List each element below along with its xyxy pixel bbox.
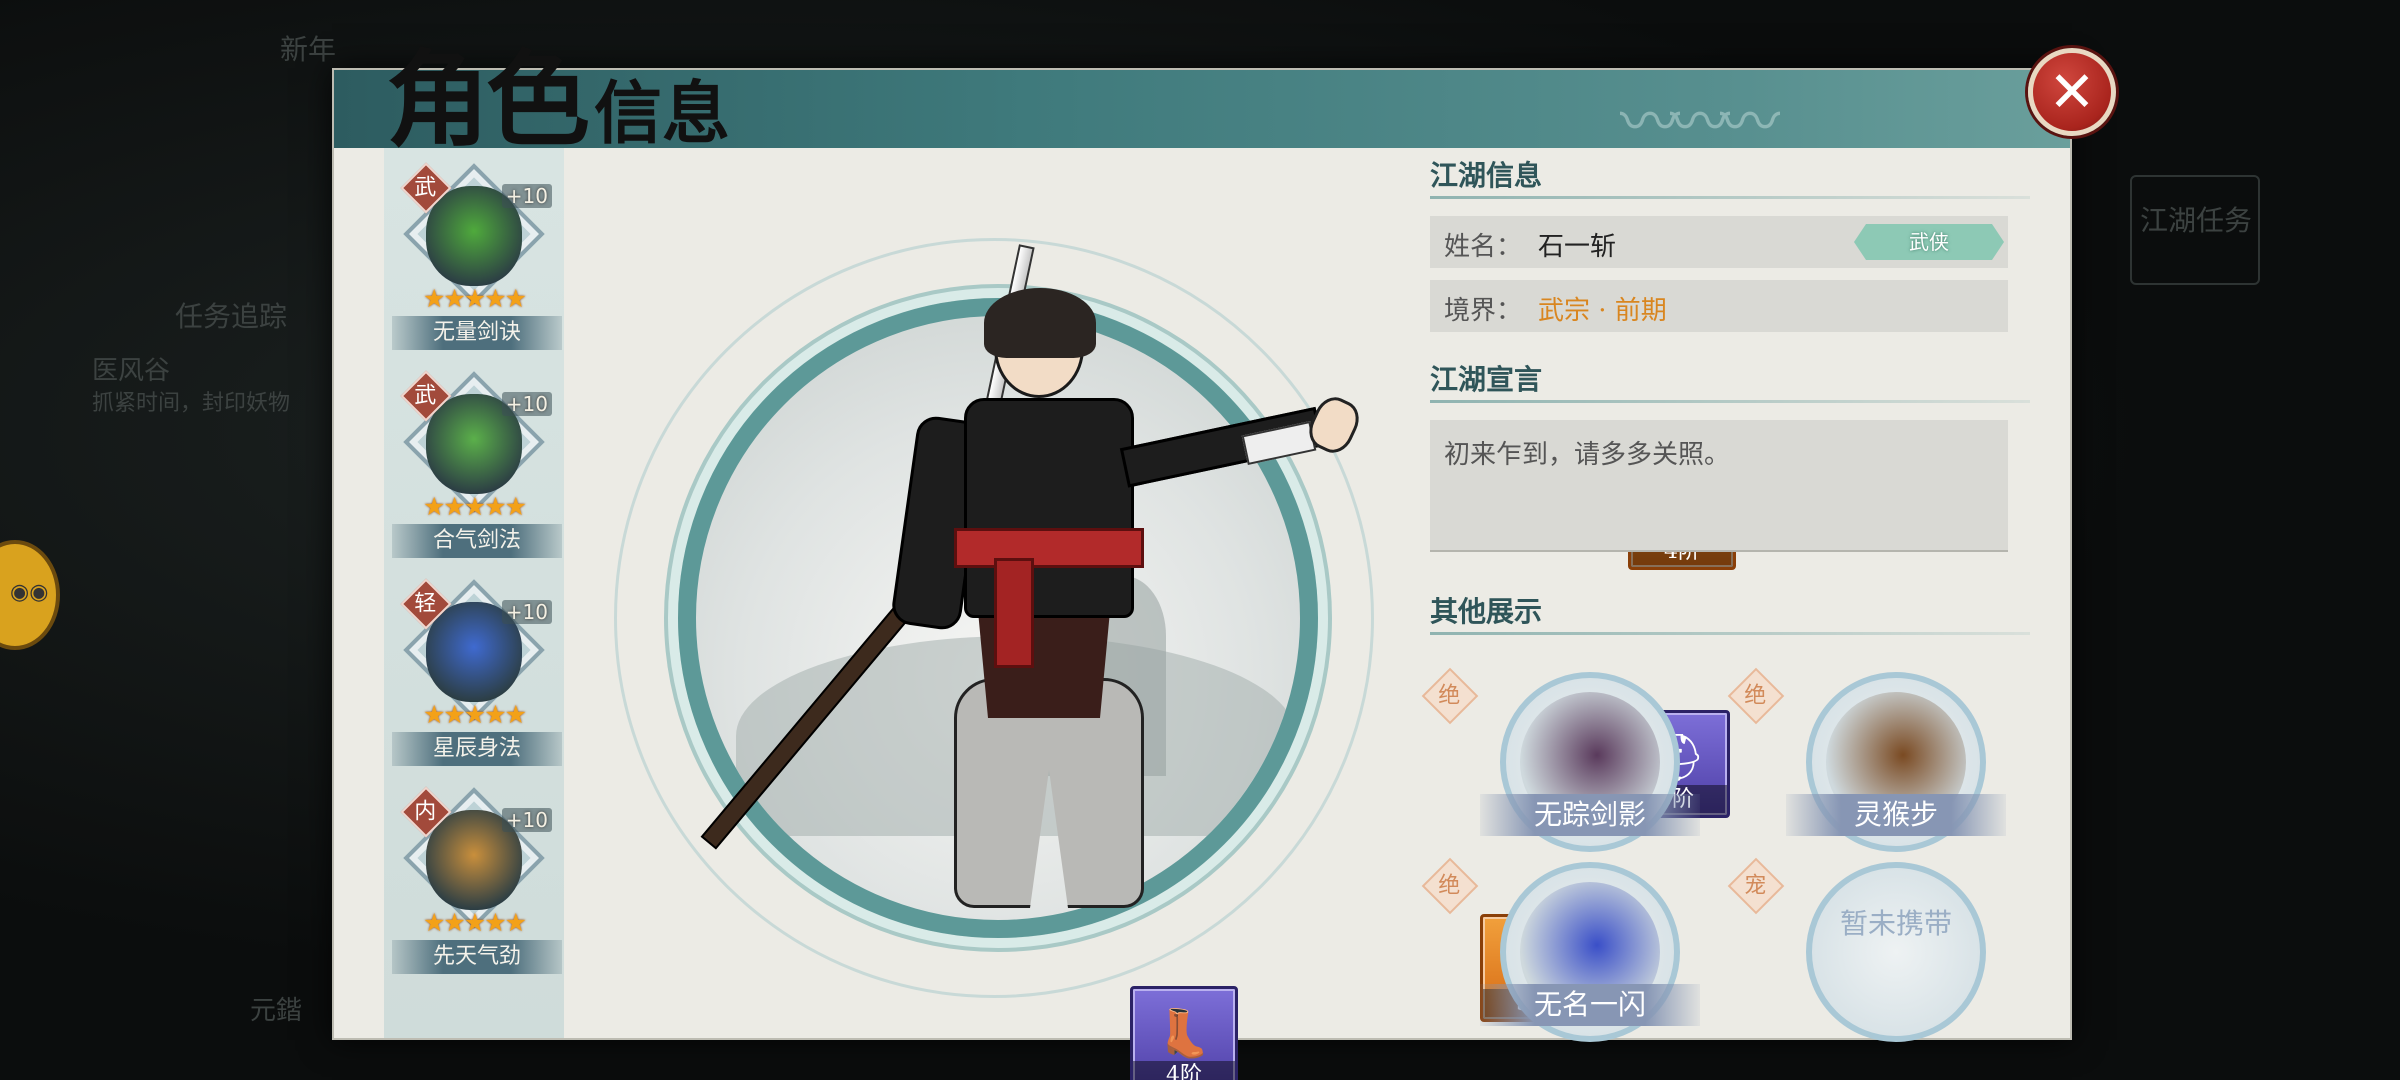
character-info-panel: 〰〰〰 角色 信息 武 +10 ★★★★★ 无量剑诀武 +10 ★★★★★ 合气剑法轻 +10… — [332, 48, 2116, 1080]
showcase-name: 无踪剑影 — [1480, 794, 1700, 836]
declaration-text: 初来乍到，请多多关照。 — [1444, 440, 1731, 470]
character-sash — [954, 528, 1144, 568]
name-row: 姓名： 石一斩 武侠 — [1430, 216, 2008, 268]
skill-level: +10 — [501, 600, 552, 624]
empty-label: 暂未携带 — [1839, 907, 1952, 940]
showcase-slot[interactable]: 绝无踪剑影 — [1421, 667, 1730, 852]
skill-slot[interactable]: 内 +10 ★★★★★ 先天气劲 — [386, 786, 562, 990]
bg-side-task-label: 江湖任务 — [2140, 204, 2253, 237]
close-button[interactable]: ✕ — [2028, 48, 2116, 136]
bg-quest-item: 医风谷 — [92, 356, 171, 386]
bg-quest-tracker: 任务追踪 — [175, 300, 288, 333]
skill-stars: ★★★★★ — [422, 284, 527, 313]
character-sash-tail — [994, 558, 1034, 668]
skill-name: 合气剑法 — [392, 524, 562, 558]
section-title-jianghu-info: 江湖信息 — [1430, 159, 1543, 192]
showcase-slot[interactable]: 绝灵猴步 — [1727, 667, 2036, 852]
skill-type-label: 武 — [414, 175, 437, 201]
bg-side-task: 江湖任务 — [2130, 175, 2260, 285]
character-name: 石一斩 — [1538, 232, 1617, 262]
skill-name: 无量剑诀 — [392, 316, 562, 350]
character-figure — [700, 238, 1444, 998]
skill-slot[interactable]: 轻 +10 ★★★★★ 星辰身法 — [386, 578, 562, 782]
skill-list: 武 +10 ★★★★★ 无量剑诀武 +10 ★★★★★ 合气剑法轻 +10 ★★★★★ 星辰身法内… — [384, 148, 564, 1038]
showcase-tag-label: 绝 — [1438, 873, 1461, 899]
showcase-name: 灵猴步 — [1786, 794, 2006, 836]
title-main: 角色 — [386, 38, 590, 161]
equip-tier: 4阶 — [1133, 1061, 1235, 1080]
divider — [1430, 196, 2030, 199]
skill-level: +10 — [501, 392, 552, 416]
showcase-slot-empty[interactable]: 宠暂未携带 — [1727, 857, 2036, 1042]
bg-new-year: 新年 — [280, 33, 337, 66]
skill-stars: ★★★★★ — [422, 700, 527, 729]
skill-level: +10 — [501, 184, 552, 208]
showcase-tag: 宠 — [1727, 857, 1785, 915]
skill-name: 先天气劲 — [392, 940, 562, 974]
showcase-name: 无名一闪 — [1480, 984, 1700, 1026]
showcase-ring — [1806, 862, 1986, 1042]
character-torso — [964, 398, 1134, 618]
showcase-tag: 绝 — [1421, 667, 1479, 725]
cloud-decoration-icon: 〰〰〰 — [1620, 88, 1780, 158]
skill-stars: ★★★★★ — [422, 908, 527, 937]
divider — [1430, 632, 2030, 635]
boots-icon: 👢 — [1155, 1005, 1213, 1060]
bg-quest-sub: 抓紧时间，封印妖物 — [92, 391, 291, 416]
showcase-tag-label: 绝 — [1438, 683, 1461, 709]
title-sub: 信息 — [594, 74, 731, 154]
declaration-box[interactable]: 初来乍到，请多多关照。 — [1430, 420, 2008, 552]
skill-slot[interactable]: 武 +10 ★★★★★ 合气剑法 — [386, 370, 562, 574]
showcase-slot[interactable]: 绝无名一闪 — [1421, 857, 1730, 1042]
class-badge[interactable]: 武侠 — [1854, 224, 2004, 260]
skill-level: +10 — [501, 808, 552, 832]
showcase-tag-label: 绝 — [1744, 683, 1767, 709]
equip-slot-boots[interactable]: 👢 4阶 — [1130, 986, 1238, 1080]
section-title-declaration: 江湖宣言 — [1430, 363, 1543, 396]
realm-value: 武宗 · 前期 — [1538, 296, 1667, 326]
showcase-tag: 绝 — [1727, 667, 1785, 725]
divider — [1430, 400, 2030, 403]
skill-type-label: 内 — [414, 799, 437, 825]
showcase-tag-label: 宠 — [1744, 873, 1767, 899]
skill-type-label: 武 — [414, 383, 437, 409]
info-panel: 江湖信息 姓名： 石一斩 武侠 境界： 武宗 · 前期 江湖宣言 初来乍到，请多… — [1421, 150, 2050, 1042]
realm-label: 境界： — [1444, 296, 1523, 326]
skill-name: 星辰身法 — [392, 732, 562, 766]
character-hair — [984, 288, 1096, 358]
skill-stars: ★★★★★ — [422, 492, 527, 521]
skill-slot[interactable]: 武 +10 ★★★★★ 无量剑诀 — [386, 162, 562, 366]
section-title-showcase: 其他展示 — [1430, 595, 1543, 628]
skill-type-label: 轻 — [414, 591, 437, 617]
name-label: 姓名： — [1444, 232, 1523, 262]
bg-bottom-left: 元鍇 — [250, 996, 303, 1026]
page-title: 角色 信息 — [386, 22, 730, 152]
showcase-tag: 绝 — [1421, 857, 1479, 915]
realm-row: 境界： 武宗 · 前期 — [1430, 280, 2008, 332]
